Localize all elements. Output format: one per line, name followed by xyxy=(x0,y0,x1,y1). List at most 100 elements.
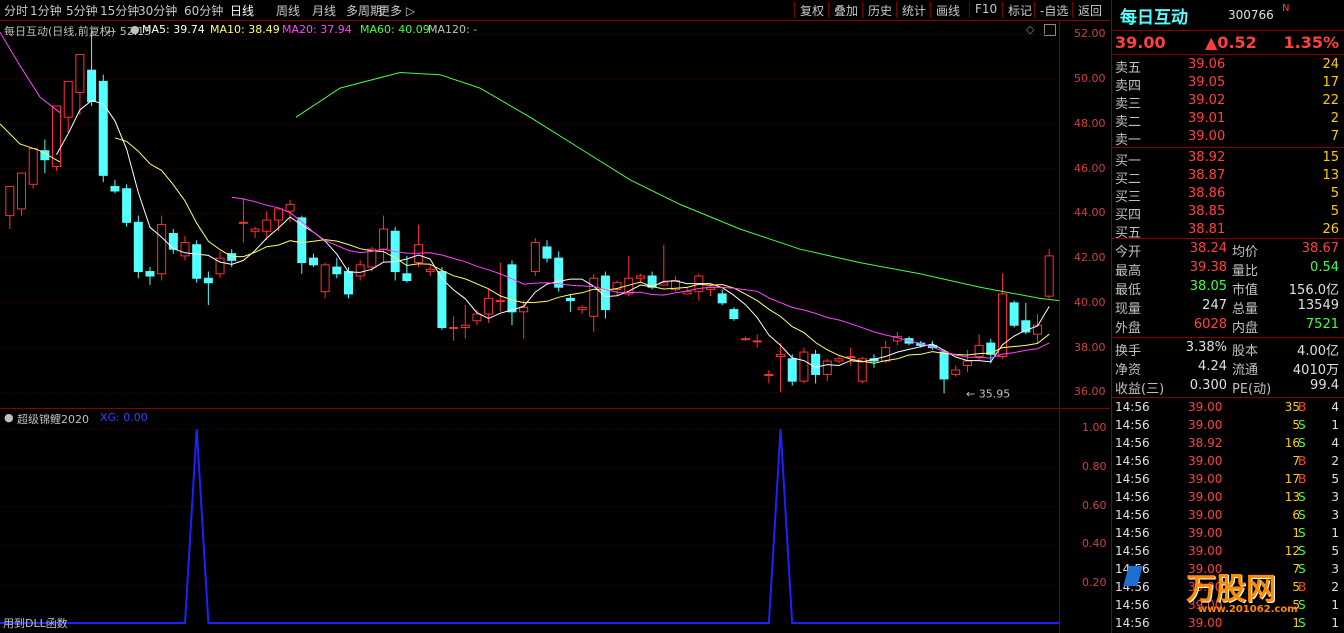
tool-button-2[interactable]: 历史 xyxy=(868,2,892,19)
tick-s: S xyxy=(1298,598,1306,612)
tool-button-4[interactable]: 画线 xyxy=(936,2,960,19)
high-marker: ← 52.15 xyxy=(107,25,151,38)
tick-s: S xyxy=(1298,436,1306,450)
tick-t: 14:56 xyxy=(1115,526,1150,540)
tick-s: B xyxy=(1298,400,1307,414)
candle-body xyxy=(542,246,552,259)
tick-p: 39.00 xyxy=(1188,508,1223,522)
stat-value: 99.4 xyxy=(1310,378,1339,393)
period-3[interactable]: 15分钟 xyxy=(100,2,139,19)
tick-row: 14:56 39.00 13 S 3 xyxy=(1112,489,1344,507)
book-row[interactable]: 卖四 39.05 17 xyxy=(1112,74,1344,94)
book-volume: 2 xyxy=(1330,111,1339,126)
candle-body xyxy=(157,224,167,275)
stat-label: 量比 xyxy=(1232,264,1259,279)
candle-body xyxy=(472,313,482,322)
period-5[interactable]: 60分钟 xyxy=(184,2,223,19)
candle-body xyxy=(589,277,599,317)
stat-row: 收益(三) 0.300 PE(动) 99.4 xyxy=(1112,377,1344,397)
period-9[interactable]: 多周期 xyxy=(346,2,382,19)
period-0[interactable]: 分时 xyxy=(4,2,28,19)
candle-body xyxy=(495,300,505,303)
tool-button-3[interactable]: 统计 xyxy=(902,2,926,19)
book-row[interactable]: 买四 38.85 5 xyxy=(1112,203,1344,223)
candle-body xyxy=(682,291,692,295)
tick-n: 3 xyxy=(1331,490,1339,504)
stat-row: 净资 4.24 流通 4010万 xyxy=(1112,358,1344,378)
candle-body xyxy=(530,241,540,273)
tick-s: S xyxy=(1298,562,1306,576)
stat-label: 流通 xyxy=(1232,363,1259,378)
stat-label: 最低 xyxy=(1115,283,1142,298)
candlestick-chart[interactable]: ← 52.15 ← 35.95 xyxy=(0,21,1059,408)
book-price: 38.81 xyxy=(1188,222,1226,237)
tool-button-1[interactable]: 叠加 xyxy=(834,2,858,19)
book-row[interactable]: 卖五 39.06 24 xyxy=(1112,56,1344,76)
candle-body xyxy=(881,347,891,362)
stat-value: 38.67 xyxy=(1301,241,1339,256)
candle-body xyxy=(122,188,132,223)
candle-body xyxy=(28,148,38,185)
candle-body xyxy=(776,353,786,358)
period-1[interactable]: 1分钟 xyxy=(30,2,62,19)
period-10[interactable]: 更多 ▷ xyxy=(378,2,415,19)
tool-button-5[interactable]: F10 xyxy=(975,2,997,16)
candle-body xyxy=(425,268,435,273)
book-row[interactable]: 卖三 39.02 22 xyxy=(1112,92,1344,112)
tick-n: 1 xyxy=(1331,616,1339,630)
tick-p: 39.00 xyxy=(1188,616,1223,630)
stat-label: 外盘 xyxy=(1115,321,1142,336)
stat-label: 内盘 xyxy=(1232,321,1259,336)
tick-row: 14:56 39.00 1 S 1 xyxy=(1112,525,1344,543)
stat-row: 外盘 6028 内盘 7521 xyxy=(1112,316,1344,336)
candle-body xyxy=(635,275,645,279)
tick-row: 14:56 39.00 17 B 5 xyxy=(1112,471,1344,489)
candle-body xyxy=(133,221,143,273)
price-tick-label: 38.00 xyxy=(1074,340,1106,354)
book-row[interactable]: 卖一 39.00 7 xyxy=(1112,128,1344,148)
candle-body xyxy=(63,80,73,118)
tick-s: S xyxy=(1298,508,1306,522)
tool-button-0[interactable]: 复权 xyxy=(800,2,824,19)
toolbar-separator xyxy=(1034,2,1035,18)
tick-row: 14:56 39.00 5 S 1 xyxy=(1112,417,1344,435)
book-label: 卖一 xyxy=(1115,133,1142,148)
tick-p: 39.00 xyxy=(1188,418,1223,432)
period-4[interactable]: 30分钟 xyxy=(138,2,177,19)
toolbar-separator xyxy=(828,2,829,18)
book-row[interactable]: 买二 38.87 13 xyxy=(1112,167,1344,187)
price-tick-label: 44.00 xyxy=(1074,206,1106,220)
tick-n: 5 xyxy=(1331,472,1339,486)
stat-row: 换手 3.38% 股本 4.00亿 xyxy=(1112,339,1344,359)
period-2[interactable]: 5分钟 xyxy=(66,2,98,19)
tick-n: 2 xyxy=(1331,580,1339,594)
tick-t: 14:56 xyxy=(1115,508,1150,522)
candle-body xyxy=(98,80,108,176)
period-6[interactable]: 日线 xyxy=(230,2,254,19)
book-volume: 15 xyxy=(1322,150,1339,165)
book-row[interactable]: 买三 38.86 5 xyxy=(1112,185,1344,205)
tick-s: S xyxy=(1298,526,1306,540)
stock-name: 每日互动 xyxy=(1120,8,1188,28)
book-row[interactable]: 卖二 39.01 2 xyxy=(1112,110,1344,130)
candle-body xyxy=(355,264,365,277)
candle-body xyxy=(939,351,949,380)
price-tick-label: 40.00 xyxy=(1074,295,1106,309)
period-7[interactable]: 周线 xyxy=(276,2,300,19)
candle-body xyxy=(1009,302,1019,326)
candle-body xyxy=(846,356,856,359)
stat-label: 股本 xyxy=(1232,344,1259,359)
stat-value: 0.300 xyxy=(1189,378,1227,393)
candle-body xyxy=(449,326,459,329)
indicator-chart[interactable] xyxy=(0,409,1059,633)
tool-button-6[interactable]: 标记 xyxy=(1008,2,1032,19)
book-row[interactable]: 买一 38.92 15 xyxy=(1112,149,1344,169)
period-8[interactable]: 月线 xyxy=(312,2,336,19)
candle-body xyxy=(17,172,27,210)
book-volume: 5 xyxy=(1330,186,1339,201)
candle-body xyxy=(717,293,727,304)
candle-body xyxy=(951,369,961,375)
book-price: 38.92 xyxy=(1188,150,1226,165)
tick-s: S xyxy=(1298,616,1306,630)
candle-body xyxy=(729,309,739,320)
